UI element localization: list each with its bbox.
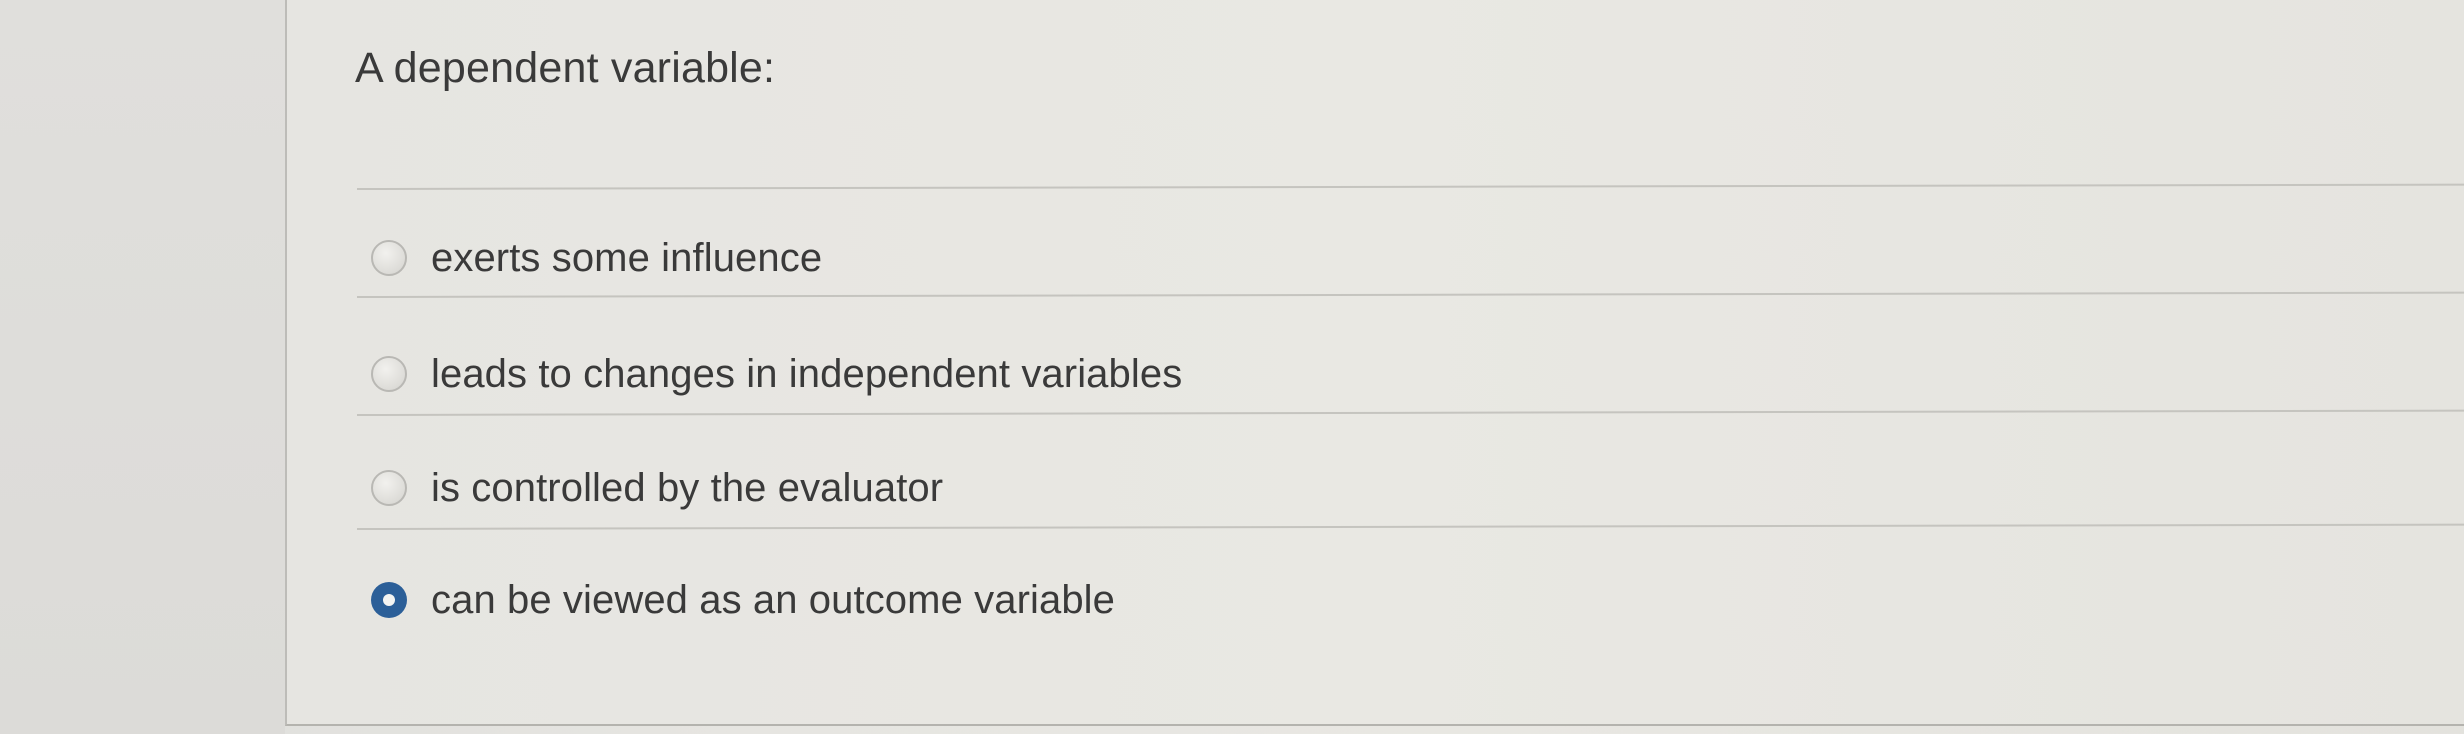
option-label: exerts some influence bbox=[431, 235, 823, 280]
divider bbox=[356, 291, 2464, 298]
divider bbox=[356, 523, 2464, 530]
divider bbox=[356, 409, 2464, 416]
question-title: A dependent variable: bbox=[355, 44, 776, 92]
radio-button[interactable] bbox=[371, 356, 407, 392]
answer-option-1[interactable]: exerts some influence bbox=[371, 228, 822, 288]
option-label: is controlled by the evaluator bbox=[431, 465, 944, 510]
divider bbox=[356, 183, 2464, 190]
answer-option-2[interactable]: leads to changes in independent variable… bbox=[371, 344, 1182, 404]
radio-button-selected[interactable] bbox=[371, 582, 407, 618]
option-label: can be viewed as an outcome variable bbox=[431, 577, 1116, 622]
answer-option-3[interactable]: is controlled by the evaluator bbox=[371, 458, 943, 518]
radio-button[interactable] bbox=[371, 470, 407, 506]
page-left-margin bbox=[0, 0, 285, 734]
option-label: leads to changes in independent variable… bbox=[431, 351, 1183, 396]
question-card: A dependent variable: exerts some influe… bbox=[285, 0, 2464, 726]
radio-selected-dot bbox=[383, 594, 395, 606]
radio-button[interactable] bbox=[371, 240, 407, 276]
answer-option-4[interactable]: can be viewed as an outcome variable bbox=[371, 570, 1115, 630]
